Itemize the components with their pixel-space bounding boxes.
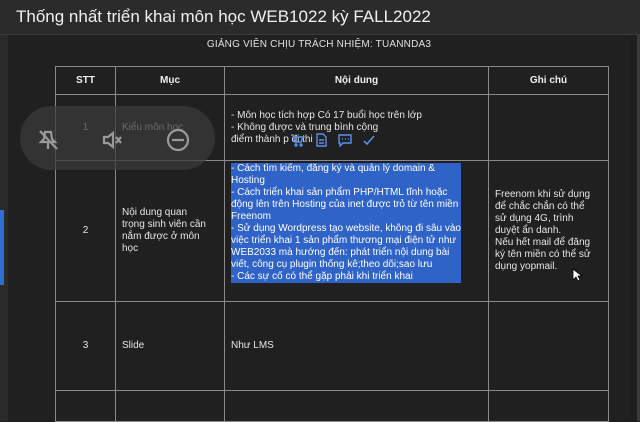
note-line: ký tên miền có thể sử	[495, 249, 591, 260]
note-line: Freenom khi sử dụng	[495, 189, 591, 200]
row2-line: việc triển khai 1 sản phẩm thương mại đi…	[231, 235, 457, 246]
mute-icon[interactable]	[100, 128, 124, 152]
minus-circle-icon[interactable]	[166, 128, 190, 152]
document-page: GIẢNG VIÊN CHỊU TRÁCH NHIỆM: TUANNDA3 ST…	[8, 35, 630, 422]
row2-line: viết, công cụ plugin thống kê;theo dõi;s…	[231, 259, 433, 270]
row2-line: - Cách tìm kiếm, đăng ký và quản lý doma…	[231, 163, 435, 174]
row2-line: Hosting	[231, 175, 265, 186]
row1-line: - Không được và trung bình cộng	[231, 121, 379, 133]
row2-line: - Các sự cố có thể gặp phải khi triển kh…	[231, 271, 413, 282]
mouse-cursor-icon	[572, 268, 584, 282]
left-sidebar-edge	[0, 35, 8, 421]
row2-ghi-chu[interactable]: Freenom khi sử dụng để chắc chắn có thể …	[488, 160, 609, 302]
row2-line: động lên trên Hosting của inet được trỏ …	[231, 199, 459, 210]
row2-muc-line: học	[122, 243, 139, 254]
note-line: sử dụng 4G, trình	[495, 213, 574, 224]
row2-noi-dung-selected[interactable]: - Cách tìm kiếm, đăng ký và quản lý doma…	[224, 160, 489, 302]
header-ghi-chu: Ghi chú	[488, 66, 609, 95]
row3-stt: 3	[55, 301, 116, 391]
inline-mini-toolbar	[290, 133, 460, 149]
floating-toolbar	[20, 106, 215, 170]
check-icon[interactable]	[362, 133, 376, 147]
row2-muc-line: trọng sinh viên cần	[122, 219, 206, 230]
row2-line: - Cách triển khai sản phẩm PHP/HTML tĩnh…	[231, 187, 448, 198]
comment-icon[interactable]	[338, 133, 352, 148]
note-line: dụng yopmail.	[495, 261, 558, 272]
header-noi-dung: Nội dung	[224, 66, 489, 95]
note-line: duyệt ẩn danh.	[495, 225, 562, 236]
row1-line: - Môn học tích hợp Có 17 buổi học trên l…	[231, 109, 422, 121]
row1-noi-dung[interactable]: - Môn học tích hợp Có 17 buổi học trên l…	[224, 94, 489, 161]
table-row	[55, 390, 609, 422]
row1-ghi-chu[interactable]	[488, 94, 609, 161]
cart-icon[interactable]	[290, 133, 305, 147]
row2-line: - Sử dụng Wordpress tạo website, không đ…	[231, 223, 461, 234]
row4-noi-dung[interactable]	[224, 390, 489, 422]
row2-stt: 2	[55, 160, 116, 302]
row4-ghi-chu[interactable]	[488, 390, 609, 422]
table-row: 2 Nội dung quan trọng sinh viên cần nắm …	[55, 160, 609, 302]
row3-noi-dung[interactable]: Như LMS	[224, 301, 489, 391]
row4-stt	[55, 390, 116, 422]
table-row: 3 Slide Như LMS	[55, 301, 609, 391]
window-titlebar: Thống nhất triển khai môn học WEB1022 kỳ…	[0, 0, 640, 35]
row2-muc-line: nắm được ở môn	[122, 231, 200, 242]
window-title: Thống nhất triển khai môn học WEB1022 kỳ…	[16, 7, 431, 26]
row2-muc-line: Nội dung quan	[122, 207, 188, 218]
note-line: để chắc chắn có thể	[495, 201, 585, 212]
text-selection[interactable]: - Cách tìm kiếm, đăng ký và quản lý doma…	[231, 163, 461, 283]
edit-icon[interactable]	[314, 133, 328, 147]
note-line: Nếu hết mail để đăng	[495, 237, 591, 248]
header-stt: STT	[55, 66, 116, 95]
row2-muc[interactable]: Nội dung quan trọng sinh viên cần nắm đư…	[115, 160, 225, 302]
responsible-lecturer: GIẢNG VIÊN CHỊU TRÁCH NHIỆM: TUANNDA3	[206, 39, 432, 50]
row2-line: WEB2033 mà hướng đến: phát triển nội dun…	[231, 247, 450, 258]
table-header-row: STT Mục Nội dung Ghi chú	[55, 66, 609, 95]
row3-muc[interactable]: Slide	[115, 301, 225, 391]
pin-off-icon[interactable]	[36, 128, 60, 152]
header-muc: Mục	[115, 66, 225, 95]
row3-ghi-chu[interactable]	[488, 301, 609, 391]
left-sidebar-accent	[0, 210, 4, 285]
row2-line: Freenom	[231, 211, 272, 222]
row4-muc[interactable]	[115, 390, 225, 422]
